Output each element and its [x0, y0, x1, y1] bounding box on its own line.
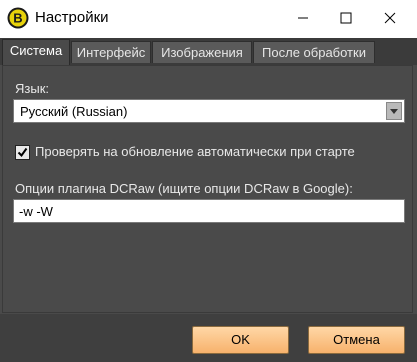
dcraw-options-input[interactable]	[13, 199, 405, 223]
update-check-checkbox[interactable]	[15, 145, 30, 160]
language-select[interactable]: Русский (Russian)	[13, 99, 405, 123]
title-bar: B Настройки	[0, 0, 417, 38]
minimize-button[interactable]	[280, 0, 326, 36]
chevron-down-icon	[390, 108, 398, 114]
tab-images[interactable]: Изображения	[152, 41, 252, 63]
tab-system[interactable]: Система	[2, 39, 70, 65]
svg-text:B: B	[13, 11, 22, 26]
tab-strip: Система Интерфейс Изображения После обра…	[0, 38, 417, 65]
update-check-label[interactable]: Проверять на обновление автоматически пр…	[35, 144, 355, 159]
tab-interface[interactable]: Интерфейс	[71, 41, 151, 63]
cancel-button[interactable]: Отмена	[308, 326, 405, 354]
checkmark-icon	[17, 147, 28, 158]
language-select-value: Русский (Russian)	[20, 104, 128, 119]
dropdown-button[interactable]	[386, 102, 402, 120]
close-button[interactable]	[367, 0, 413, 36]
tab-post-processing[interactable]: После обработки	[253, 41, 375, 63]
window-title: Настройки	[35, 9, 109, 26]
language-label: Язык:	[15, 81, 49, 96]
system-panel: Язык: Русский (Russian) Проверять на обн…	[2, 65, 413, 313]
minimize-icon	[298, 17, 308, 19]
close-icon	[384, 12, 396, 24]
dcraw-options-label: Опции плагина DCRaw (ищите опции DCRaw в…	[15, 181, 353, 196]
settings-dialog: Система Интерфейс Изображения После обра…	[0, 38, 417, 362]
ok-button[interactable]: OK	[192, 326, 289, 354]
maximize-icon	[340, 12, 352, 24]
maximize-button[interactable]	[323, 0, 369, 36]
dialog-footer: OK Отмена	[0, 314, 417, 362]
app-logo-icon: B	[7, 7, 29, 29]
